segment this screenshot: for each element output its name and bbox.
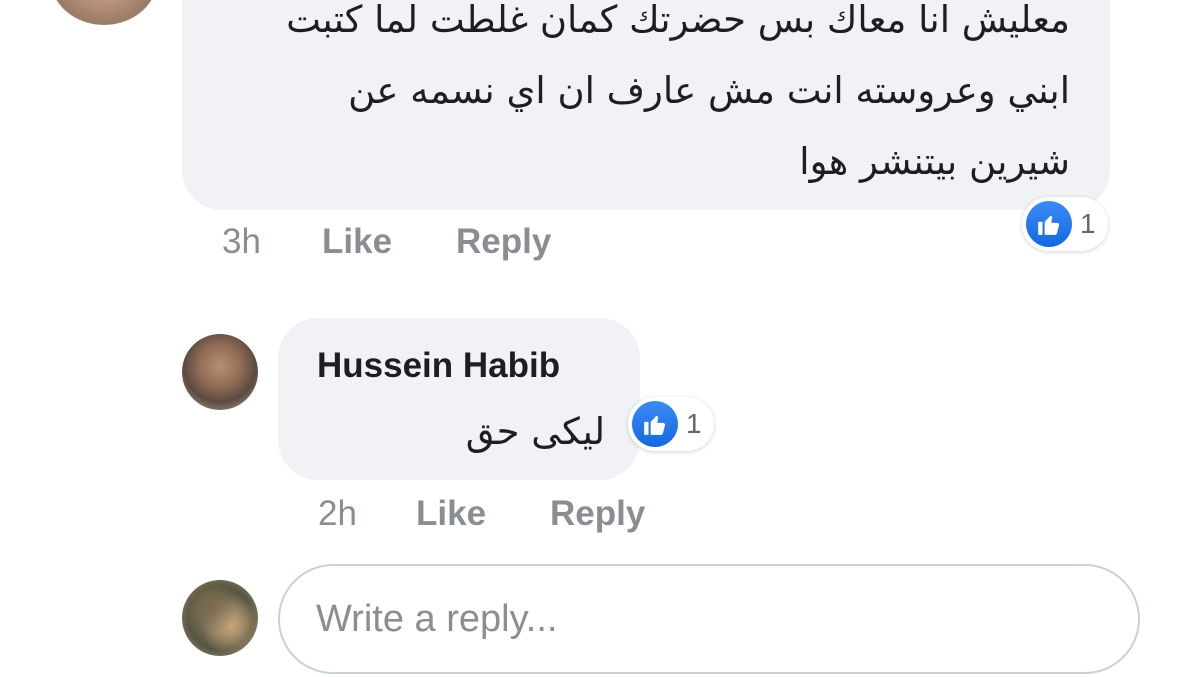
comment-text-line: معليش انا معاك بس حضرتك كمان غلطت لما كت… xyxy=(286,0,1070,41)
comment-text-line: شيرين بيتنشر هوا xyxy=(799,140,1070,183)
reply-composer[interactable] xyxy=(278,564,1140,674)
comment-text-line: ابني وعروسته انت مش عارف ان اي نسمه عن xyxy=(348,69,1070,112)
reaction-summary[interactable]: 1 xyxy=(628,397,714,451)
comment-thread: معليش انا معاك بس حضرتك كمان غلطت لما كت… xyxy=(0,0,1180,677)
comment-text: معليش انا معاك بس حضرتك كمان غلطت لما كت… xyxy=(210,0,1070,197)
comment-actions: 3h Like Reply xyxy=(0,222,1180,266)
reply-input[interactable] xyxy=(316,566,1096,672)
comment-bubble xyxy=(278,318,640,480)
comment-timestamp[interactable]: 2h xyxy=(318,494,357,534)
comment-timestamp[interactable]: 3h xyxy=(222,222,261,262)
comment-actions: 2h Like Reply xyxy=(0,494,1180,538)
reaction-count: 1 xyxy=(686,408,702,439)
commenter-avatar[interactable] xyxy=(50,0,158,25)
commenter-avatar[interactable] xyxy=(182,334,258,410)
comment-author[interactable]: Hussein Habib xyxy=(317,346,560,386)
current-user-avatar xyxy=(182,580,258,656)
comment-text: ليكى حق xyxy=(465,410,605,453)
like-button[interactable]: Like xyxy=(322,222,392,262)
reply-button[interactable]: Reply xyxy=(456,222,551,262)
thumbs-up-icon xyxy=(632,401,678,447)
like-button[interactable]: Like xyxy=(416,494,486,534)
reply-button[interactable]: Reply xyxy=(550,494,645,534)
